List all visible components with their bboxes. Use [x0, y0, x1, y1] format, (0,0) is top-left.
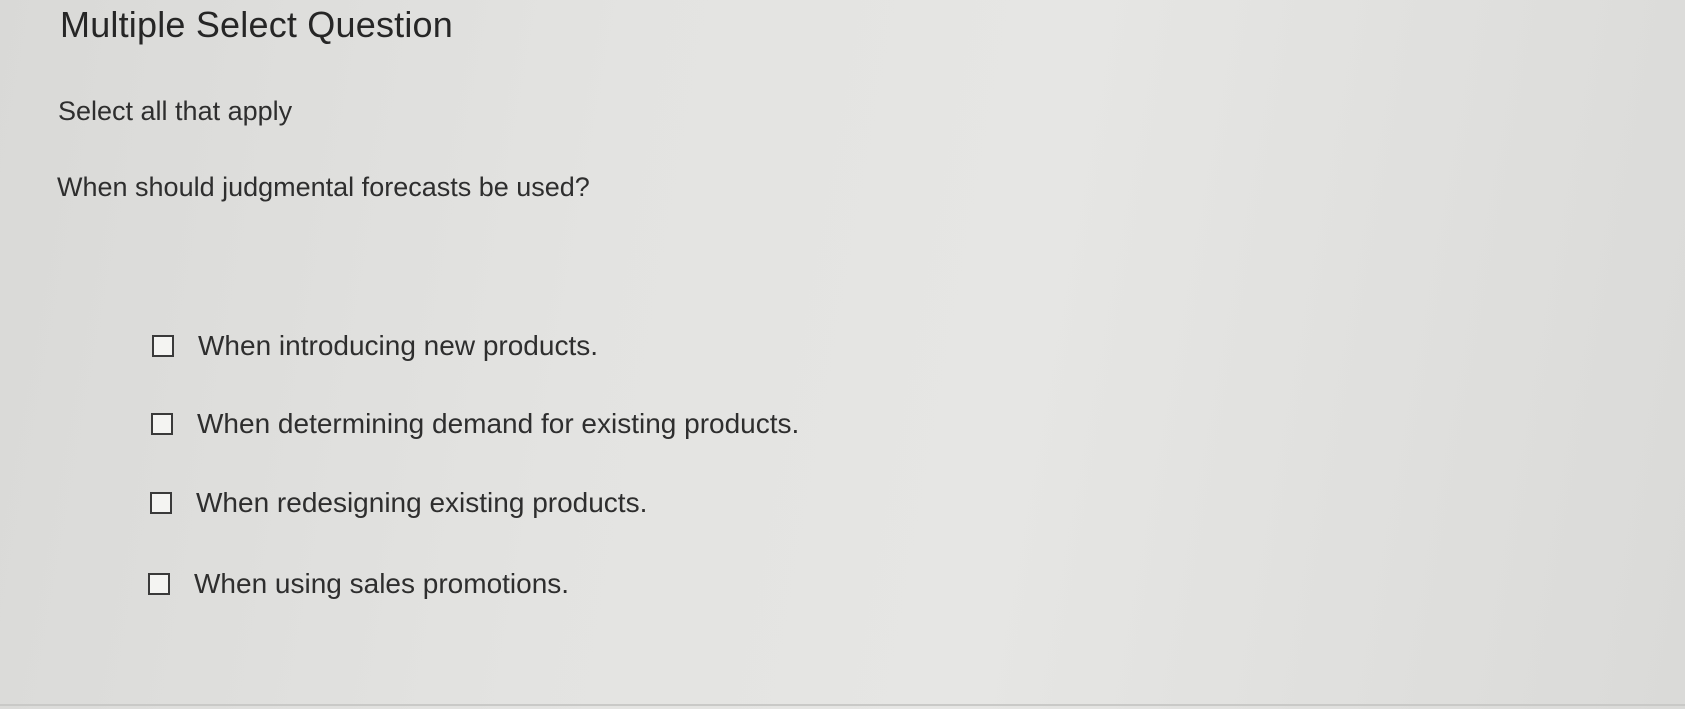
- option-label: When redesigning existing products.: [196, 487, 648, 518]
- question-page: Multiple Select Question Select all that…: [0, 0, 1685, 709]
- option-3[interactable]: When redesigning existing products.: [150, 487, 647, 519]
- checkbox-option-1[interactable]: [152, 335, 174, 357]
- divider: [0, 704, 1685, 706]
- checkbox-option-3[interactable]: [150, 492, 172, 514]
- answer-options: When introducing new products. When dete…: [0, 0, 1685, 709]
- checkbox-option-2[interactable]: [151, 413, 173, 435]
- option-2[interactable]: When determining demand for existing pro…: [151, 408, 799, 440]
- option-label: When determining demand for existing pro…: [197, 408, 800, 439]
- checkbox-option-4[interactable]: [148, 573, 170, 595]
- option-label: When introducing new products.: [198, 330, 598, 361]
- option-1[interactable]: When introducing new products.: [152, 330, 598, 362]
- option-4[interactable]: When using sales promotions.: [148, 568, 569, 600]
- option-label: When using sales promotions.: [194, 568, 570, 599]
